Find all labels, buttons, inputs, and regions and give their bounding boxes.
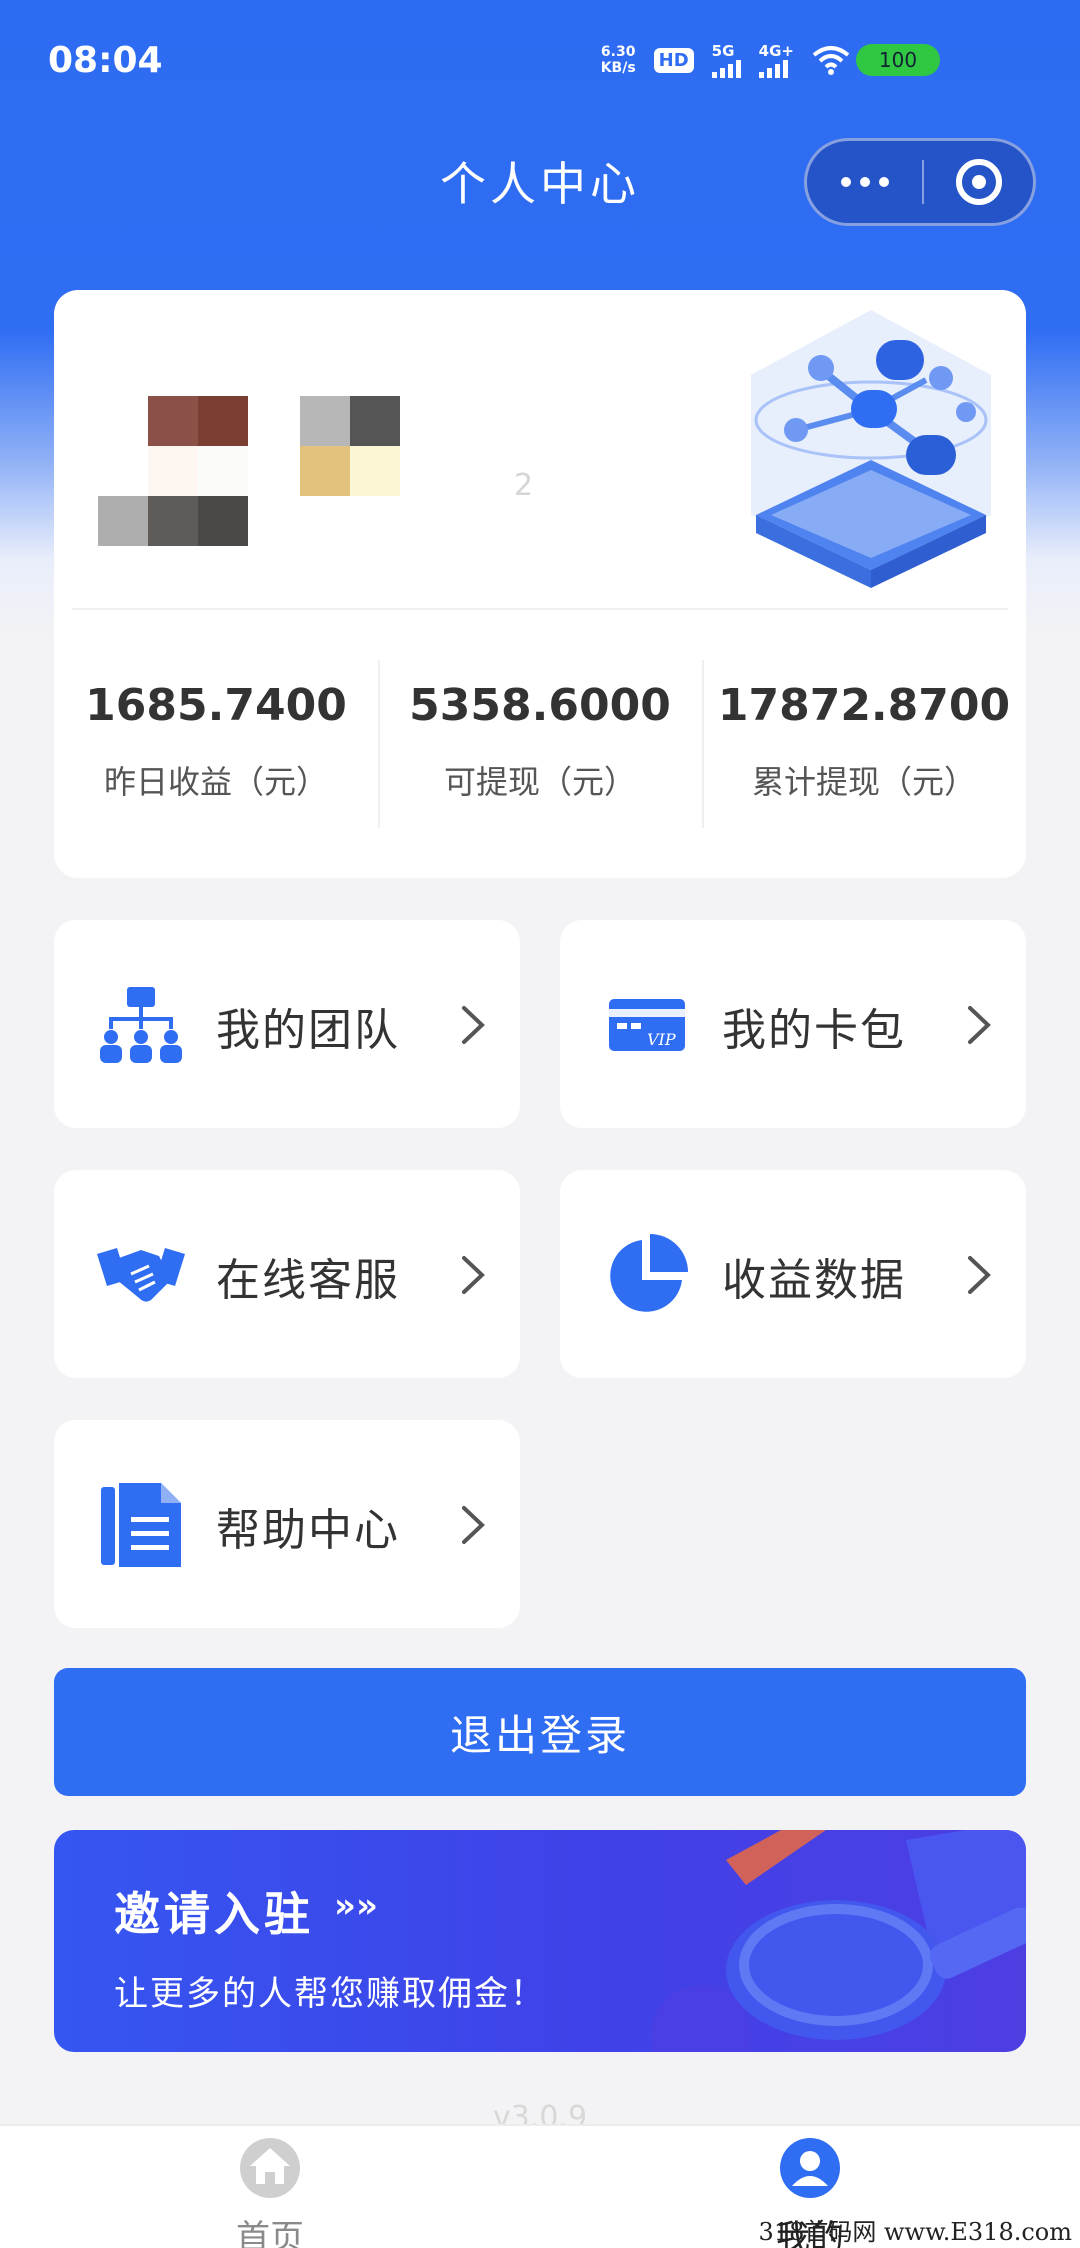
user-avatar-icon [780,2138,840,2198]
document-icon [96,1480,186,1570]
menu-help-center[interactable]: 帮助中心 [54,1420,520,1628]
battery-indicator: 100 [856,44,940,76]
menu-my-team[interactable]: 我的团队 [54,920,520,1128]
signal-5g-icon: 5G [711,42,741,78]
home-icon [240,2138,300,2198]
double-chevron-icon: »» [334,1886,378,1926]
profile-divider [72,608,1008,610]
watermark: 318首码网 www.E318.com [758,2218,1072,2246]
stat-label: 累计提现（元） [751,763,976,801]
menu-label: 我的团队 [216,1005,400,1056]
stat-label: 可提现（元） [443,763,636,801]
status-time: 08:04 [48,40,163,81]
more-dots-icon[interactable] [807,141,922,223]
username-tail: 2 [514,468,534,503]
banner-subtitle: 让更多的人帮您赚取佣金！ [114,1974,546,2014]
wifi-icon [812,46,850,75]
banner-title: 邀请入驻 [114,1887,314,1941]
pie-chart-icon [602,1230,692,1320]
stat-total-withdrawn[interactable]: 17872.8700 累计提现（元） [702,680,1026,803]
handshake-icon [96,1230,186,1320]
svg-text:VIP: VIP [647,1030,676,1049]
hd-icon: HD [653,47,694,73]
stat-withdrawable[interactable]: 5358.6000 可提现（元） [378,680,702,803]
chevron-right-icon [462,1006,485,1044]
menu-online-service[interactable]: 在线客服 [54,1170,520,1378]
signal-4g-icon: 4G+ [758,42,794,78]
mini-program-capsule [804,138,1036,226]
profile-card: 2 1685.7400 昨日收益（元） 5358.6000 可提现（元） 178… [54,290,1026,878]
status-icons: 6.30 KB/s HD 5G 4G+ [601,42,850,78]
username-blurred [300,396,410,506]
magnifier-illustration [651,1830,1026,2052]
vip-card-icon: VIP [602,980,692,1070]
tab-home[interactable]: 首页 [170,2136,370,2248]
menu-label: 收益数据 [722,1255,906,1306]
target-close-icon[interactable] [924,159,1033,205]
net-speed: 6.30 KB/s [600,44,636,76]
invite-banner[interactable]: 邀请入驻 »» 让更多的人帮您赚取佣金！ [54,1830,1026,2052]
team-hierarchy-icon [96,980,186,1070]
chevron-right-icon [462,1506,485,1544]
menu-label: 帮助中心 [216,1505,400,1556]
menu-my-card-wallet[interactable]: VIP 我的卡包 [560,920,1026,1128]
chevron-right-icon [968,1006,991,1044]
logout-button[interactable]: 退出登录 [54,1668,1026,1796]
stat-label: 昨日收益（元） [103,763,328,801]
tab-label: 首页 [236,2218,304,2248]
stat-yesterday-earnings[interactable]: 1685.7400 昨日收益（元） [54,680,378,803]
status-bar: 08:04 6.30 KB/s HD 5G 4G+ 100 [0,0,1080,120]
menu-earnings-data[interactable]: 收益数据 [560,1170,1026,1378]
network-cube-illustration [751,310,991,588]
chevron-right-icon [462,1256,485,1294]
menu-label: 我的卡包 [722,1005,906,1056]
chevron-right-icon [968,1256,991,1294]
stat-value: 5358.6000 [409,680,671,731]
stat-value: 17872.8700 [717,680,1011,731]
stat-value: 1685.7400 [85,680,347,731]
avatar[interactable] [98,396,258,546]
menu-label: 在线客服 [216,1255,400,1306]
